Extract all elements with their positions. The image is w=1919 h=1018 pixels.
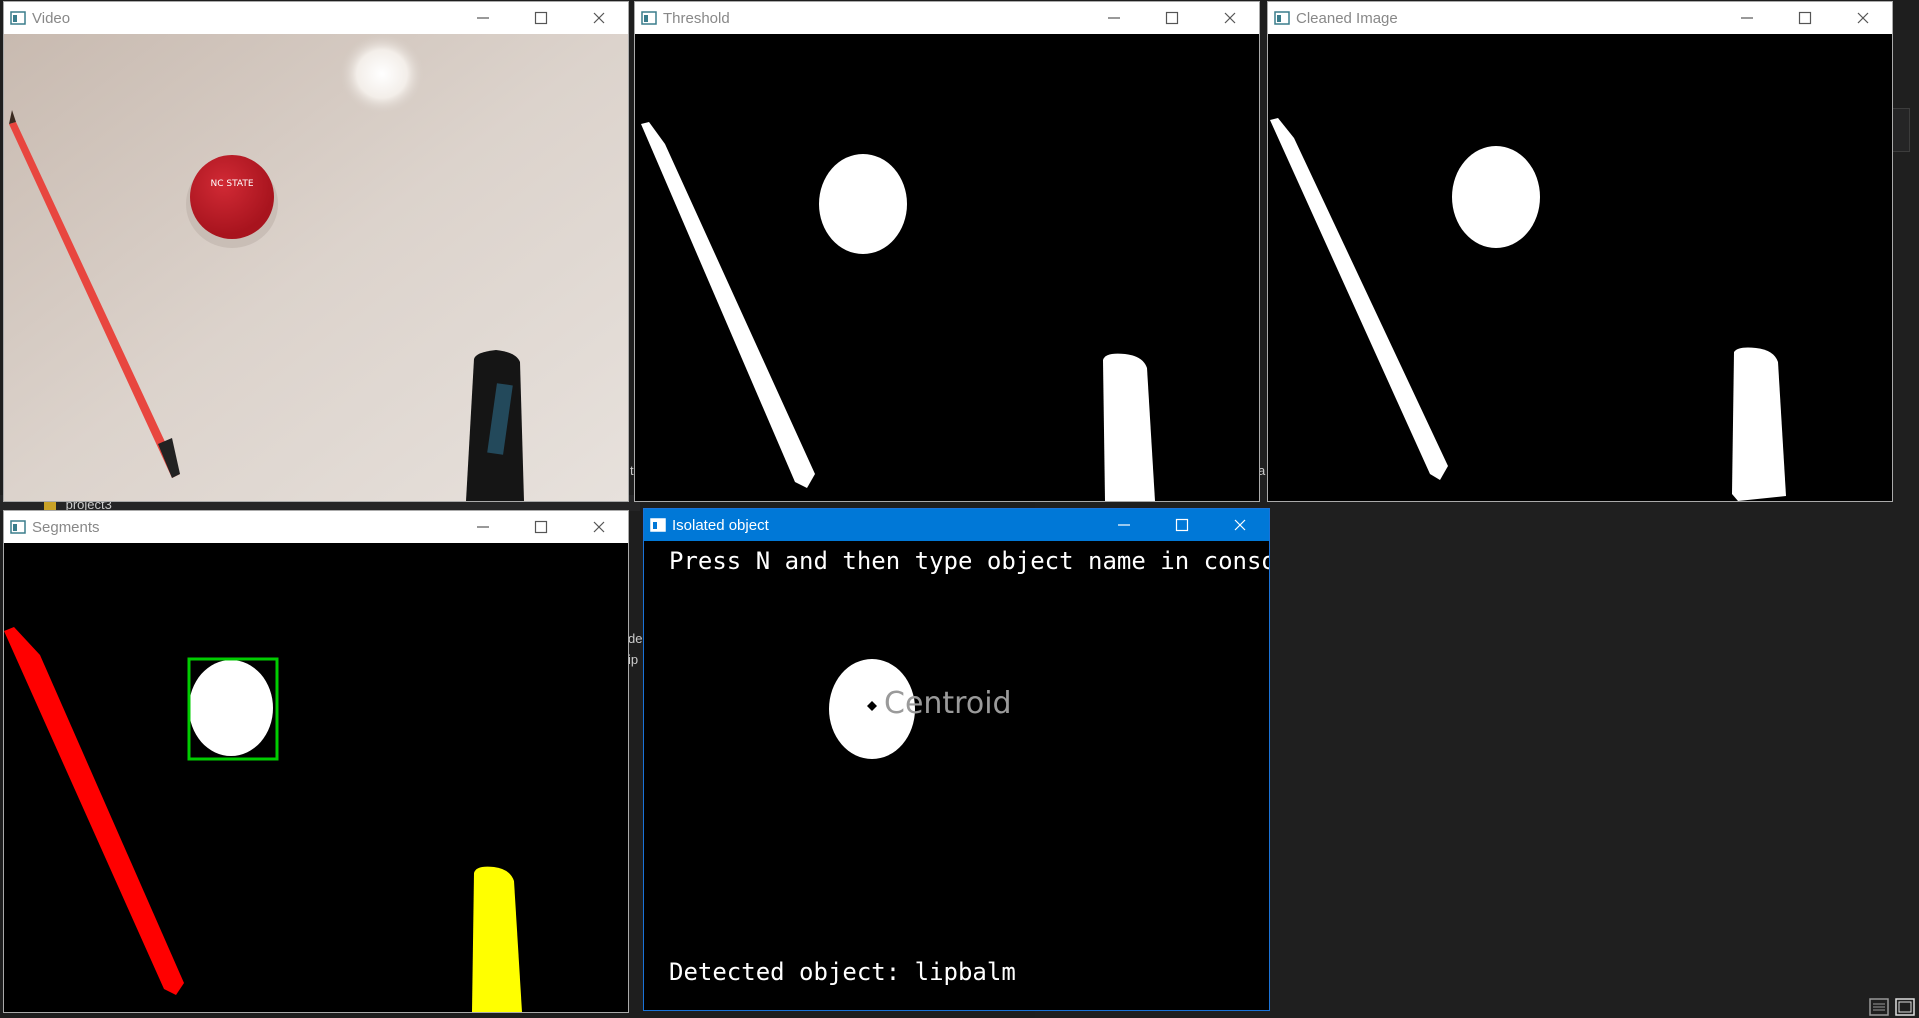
cleaned-titlebar[interactable]: Cleaned Image — [1268, 2, 1892, 34]
isolated-titlebar[interactable]: Isolated object — [644, 509, 1269, 541]
cleaned-image-window[interactable]: Cleaned Image — [1267, 1, 1893, 502]
video-camera-image: NC STATE — [4, 34, 628, 501]
close-icon — [1224, 12, 1236, 24]
maximize-icon — [534, 520, 548, 534]
window-title: Threshold — [663, 9, 730, 27]
close-icon — [593, 12, 605, 24]
minimize-icon — [1118, 524, 1130, 526]
maximize-button[interactable] — [1143, 2, 1201, 34]
maximize-button[interactable] — [512, 2, 570, 34]
view-toggle-group — [1869, 998, 1915, 1016]
window-title: Isolated object — [672, 516, 769, 534]
segments-window[interactable]: Segments — [3, 510, 629, 1013]
minimize-button[interactable] — [1095, 509, 1153, 541]
window-app-icon — [10, 11, 26, 25]
detected-object-text: Detected object: lipbalm — [669, 958, 1016, 986]
close-icon — [1234, 519, 1246, 531]
window-app-icon — [641, 11, 657, 25]
maximize-icon — [534, 11, 548, 25]
isolated-object-image — [829, 659, 915, 759]
minimize-icon — [1741, 17, 1753, 19]
centroid-label: Centroid — [884, 686, 1012, 721]
window-app-icon — [10, 520, 26, 534]
minimize-icon — [1108, 17, 1120, 19]
minimize-button[interactable] — [454, 511, 512, 543]
close-button[interactable] — [1211, 509, 1269, 541]
window-title: Cleaned Image — [1296, 9, 1398, 27]
ball-segment — [189, 660, 273, 756]
ball-blob — [819, 154, 907, 254]
close-button[interactable] — [570, 511, 628, 543]
red-ball — [190, 155, 274, 239]
close-button[interactable] — [1834, 2, 1892, 34]
minimize-button[interactable] — [1085, 2, 1143, 34]
maximize-button[interactable] — [1776, 2, 1834, 34]
maximize-button[interactable] — [1153, 509, 1211, 541]
background-fragment-de: de — [628, 631, 643, 646]
panel-view-icon[interactable] — [1895, 998, 1915, 1016]
pencil-blob — [1270, 118, 1448, 480]
cleaned-frame — [1268, 34, 1892, 501]
ball-blob — [1452, 146, 1540, 248]
segments-image — [4, 627, 522, 1012]
segments-frame — [4, 543, 628, 1012]
instruction-text: Press N and then type object name in con… — [669, 547, 1269, 575]
minimize-button[interactable] — [454, 2, 512, 34]
window-app-icon — [650, 518, 666, 532]
threshold-frame — [635, 34, 1259, 501]
maximize-icon — [1798, 11, 1812, 25]
segments-titlebar[interactable]: Segments — [4, 511, 628, 543]
list-view-icon[interactable] — [1869, 998, 1889, 1016]
isolated-object-window[interactable]: Isolated object Press N and then type ob… — [643, 508, 1270, 1011]
isolated-frame: Press N and then type object name in con… — [644, 541, 1269, 1010]
cleaned-mask-image — [1270, 118, 1786, 501]
pencil-blob — [641, 122, 815, 488]
lipbalm-segment — [472, 866, 522, 1012]
svg-text:NC STATE: NC STATE — [210, 179, 253, 189]
close-icon — [1857, 12, 1869, 24]
window-app-icon — [1274, 11, 1290, 25]
threshold-mask-image — [641, 122, 1155, 501]
threshold-titlebar[interactable]: Threshold — [635, 2, 1259, 34]
window-title: Video — [32, 9, 71, 27]
video-titlebar[interactable]: Video — [4, 2, 628, 34]
minimize-icon — [477, 526, 489, 528]
minimize-icon — [477, 17, 489, 19]
close-icon — [593, 521, 605, 533]
close-button[interactable] — [570, 2, 628, 34]
video-window[interactable]: Video NC STATE — [3, 1, 629, 502]
threshold-window[interactable]: Threshold — [634, 1, 1260, 502]
lipbalm-blob — [1103, 353, 1155, 501]
window-title: Segments — [32, 518, 100, 536]
maximize-icon — [1175, 518, 1189, 532]
video-frame: NC STATE — [4, 34, 628, 501]
minimize-button[interactable] — [1718, 2, 1776, 34]
maximize-icon — [1165, 11, 1179, 25]
close-button[interactable] — [1201, 2, 1259, 34]
maximize-button[interactable] — [512, 511, 570, 543]
lipbalm-tube — [466, 350, 524, 501]
lipbalm-blob — [1732, 347, 1786, 501]
pencil-segment — [4, 627, 184, 995]
background-fragment-ip: ip — [628, 652, 639, 667]
